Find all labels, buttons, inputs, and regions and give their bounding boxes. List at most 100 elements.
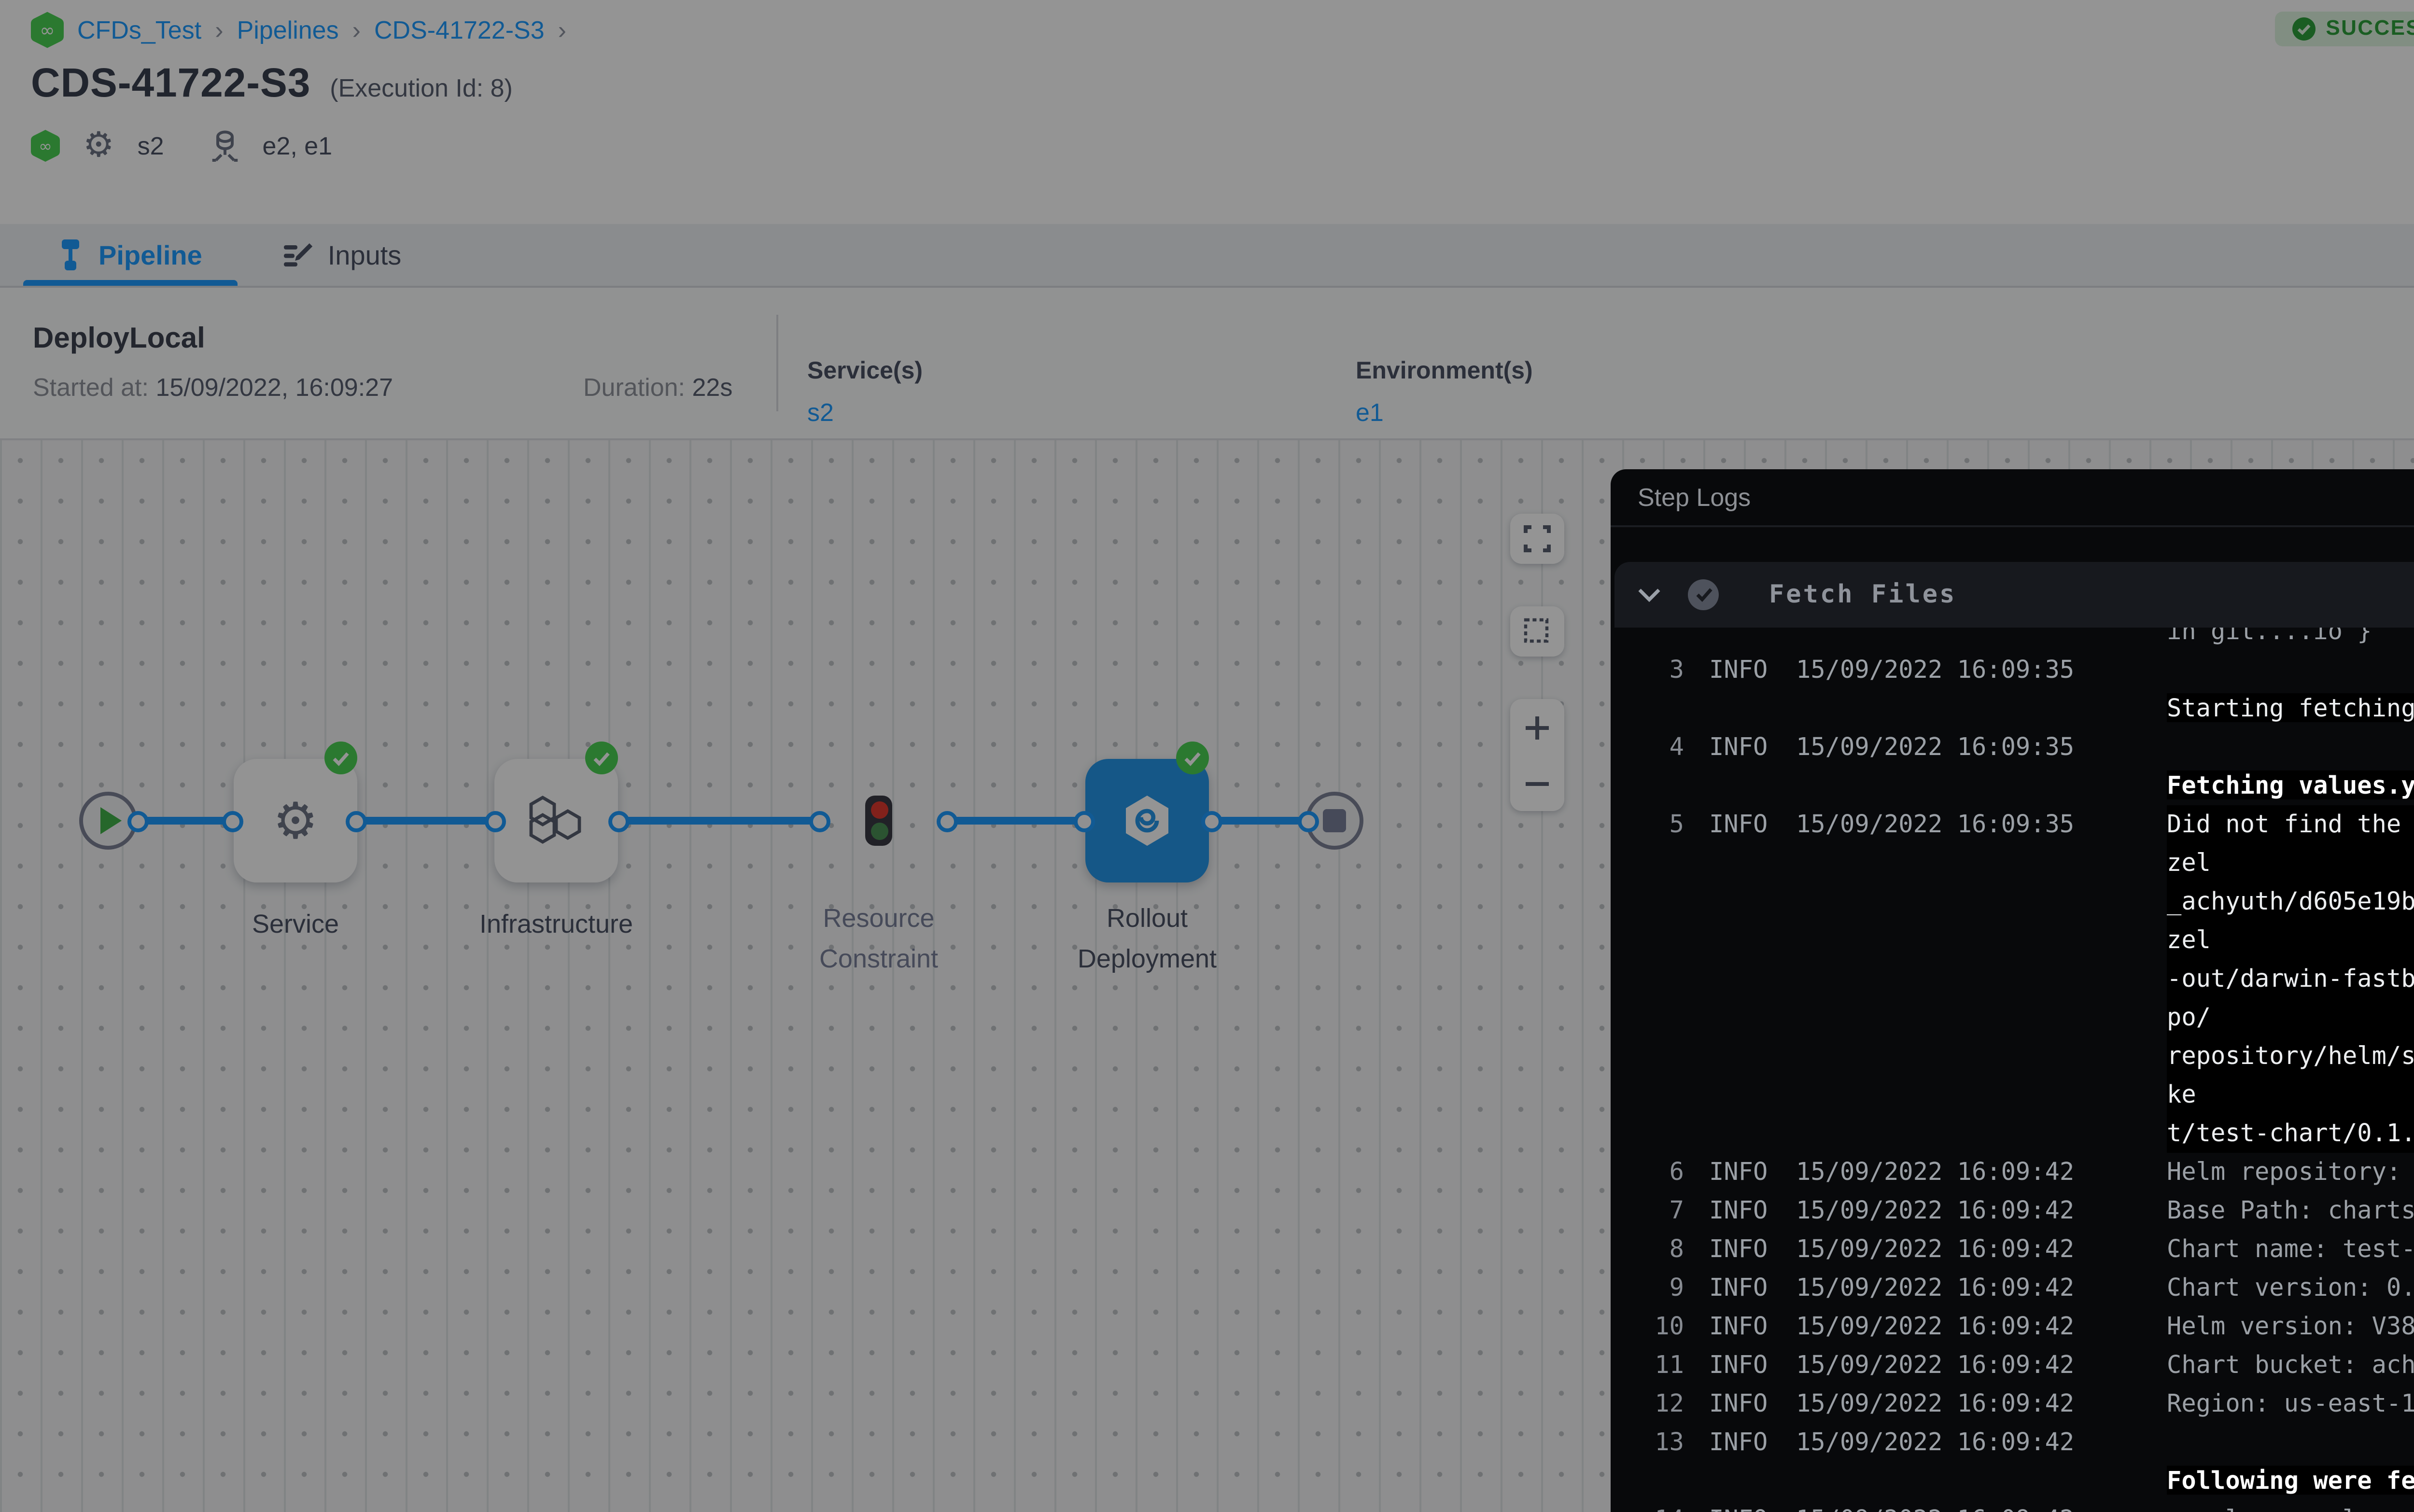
stage-services: Service(s) s2 [807, 357, 923, 427]
service-gear-icon: ⚙ [273, 796, 318, 846]
log-line-number[interactable] [1630, 689, 1684, 728]
log-line-number[interactable]: 7 [1630, 1191, 1684, 1230]
service-ids: s2 [138, 130, 164, 159]
log-timestamp [1796, 1114, 2167, 1153]
svg-text:∞: ∞ [39, 136, 52, 154]
log-message [2167, 651, 2414, 689]
harness-cd-logo-icon: ∞ [31, 12, 64, 48]
log-line: 12INFO15/09/2022 16:09:42Region: us-east… [1630, 1385, 2414, 1423]
log-level: INFO [1709, 651, 1796, 689]
log-section-fetch-files[interactable]: Fetch Files ↑ ↓ 9s [1614, 562, 2414, 628]
log-timestamp: 15/09/2022 16:09:42 [1796, 1269, 2167, 1307]
log-line-number[interactable] [1630, 1037, 1684, 1114]
environment-link[interactable]: e1 [1356, 398, 1533, 427]
page-title: CDS-41722-S3 [31, 62, 310, 108]
log-line: 6INFO15/09/2022 16:09:42Helm repository:… [1630, 1153, 2414, 1191]
tab-pipeline[interactable]: Pipeline [50, 224, 210, 286]
breadcrumb-pipeline-link[interactable]: CDS-41722-S3 [374, 15, 545, 44]
log-line-number[interactable]: 9 [1630, 1269, 1684, 1307]
cd-module-icon: ∞ [31, 128, 60, 161]
log-line: 13INFO15/09/2022 16:09:42 [1630, 1423, 2414, 1462]
log-line-number[interactable] [1630, 767, 1684, 805]
log-timestamp: 15/09/2022 16:09:42 [1796, 1230, 2167, 1269]
node-resource-constraint[interactable] [865, 796, 892, 846]
inputs-icon [283, 240, 312, 269]
canvas-fullscreen-button[interactable] [1510, 514, 1564, 564]
log-line-number[interactable]: 12 [1630, 1385, 1684, 1423]
log-level [1709, 1462, 1796, 1500]
log-level [1709, 767, 1796, 805]
log-timestamp [1796, 882, 2167, 960]
tab-inputs[interactable]: Inputs [276, 224, 409, 286]
log-message: _achyuth/d605e19b46448ceaacb01fb4c19633a… [2167, 882, 2414, 960]
node-infrastructure[interactable] [494, 759, 618, 882]
log-level: INFO [1709, 805, 1796, 882]
log-timestamp [1796, 1037, 2167, 1114]
log-message: Chart name: test-chart [2167, 1230, 2414, 1269]
log-line-number[interactable]: 11 [1630, 1346, 1684, 1385]
step-logs-panel: Step Logs Console View Fetch Files ↑ ↓ 9… [1611, 469, 2414, 1512]
log-body[interactable]: in git....io } 3INFO15/09/2022 16:09:35 … [1611, 628, 2414, 1512]
log-level [1709, 689, 1796, 728]
node-label-resource-constraint: Resource Constraint [763, 898, 995, 979]
log-line-number[interactable] [1630, 1114, 1684, 1153]
zoom-in-button[interactable] [1524, 699, 1551, 755]
execution-status-bar: SUCCESS Start time 15/09/2022 16:09:26 5… [2275, 4, 2414, 54]
rollout-icon [1118, 792, 1176, 850]
stage-started: Started at: 15/09/2022, 16:09:27 [33, 373, 393, 402]
infrastructure-success-icon [585, 742, 618, 774]
log-timestamp [1796, 960, 2167, 1037]
log-line-number[interactable]: 5 [1630, 805, 1684, 882]
log-line-number[interactable] [1630, 960, 1684, 1037]
log-timestamp: 15/09/2022 16:09:35 [1796, 651, 2167, 689]
canvas-selection-button[interactable] [1510, 606, 1564, 657]
log-level: INFO [1709, 1191, 1796, 1230]
log-line: Following were fetched successfully : [1630, 1462, 2414, 1500]
node-service[interactable]: ⚙ [234, 759, 357, 882]
log-message: Did not find the chart and version in lo… [2167, 805, 2414, 882]
stage-name: DeployLocal [33, 322, 205, 355]
log-line-number[interactable]: 8 [1630, 1230, 1684, 1269]
breadcrumb-project-link[interactable]: CFDs_Test [77, 15, 201, 44]
stage-duration: Duration: 22s [583, 373, 732, 402]
edge-point [127, 810, 149, 831]
log-level [1709, 882, 1796, 960]
log-line-number[interactable]: 13 [1630, 1423, 1684, 1462]
environment-icon [211, 128, 239, 161]
log-level: INFO [1709, 1230, 1796, 1269]
rollout-success-icon [1176, 742, 1209, 774]
node-label-infrastructure: Infrastructure [440, 904, 672, 944]
log-line: 14INFO15/09/2022 16:09:42- values.yaml [1630, 1500, 2414, 1512]
log-timestamp: 15/09/2022 16:09:42 [1796, 1191, 2167, 1230]
log-line-number[interactable]: 6 [1630, 1153, 1684, 1191]
log-line-number[interactable]: 4 [1630, 728, 1684, 767]
infrastructure-icon [529, 796, 583, 846]
log-line-number[interactable]: 3 [1630, 651, 1684, 689]
edge [355, 817, 496, 825]
node-rollout-deployment[interactable] [1085, 759, 1209, 882]
service-link[interactable]: s2 [807, 398, 923, 427]
log-level [1709, 1114, 1796, 1153]
log-message: Following were fetched successfully : [2167, 1462, 2414, 1500]
log-line: Starting fetching Helm values [1630, 689, 2414, 728]
breadcrumb-pipelines-link[interactable]: Pipelines [237, 15, 339, 44]
log-level: INFO [1709, 728, 1796, 767]
log-line: repository/helm/source/93602db7-89f2-317… [1630, 1037, 2414, 1114]
log-line-number[interactable]: 10 [1630, 1307, 1684, 1346]
log-line-number[interactable]: 14 [1630, 1500, 1684, 1512]
log-line-number[interactable] [1630, 1462, 1684, 1500]
stage-summary-bar: DeployLocal Started at: 15/09/2022, 16:0… [0, 288, 2414, 440]
title-row: CDS-41722-S3 (Execution Id: 8) [31, 62, 513, 108]
chevron-down-icon[interactable] [1638, 587, 1661, 602]
log-level [1709, 1037, 1796, 1114]
step-name: Fetch Files [1769, 580, 1956, 609]
log-line-number[interactable] [1630, 882, 1684, 960]
log-level: INFO [1709, 1423, 1796, 1462]
step-logs-header: Step Logs Console View [1611, 469, 2414, 527]
log-timestamp: 15/09/2022 16:09:42 [1796, 1153, 2167, 1191]
log-line: 11INFO15/09/2022 16:09:42Chart bucket: a… [1630, 1346, 2414, 1385]
zoom-out-button[interactable] [1524, 755, 1551, 811]
canvas-zoom-controls [1510, 699, 1564, 811]
log-line: 5INFO15/09/2022 16:09:35Did not find the… [1630, 805, 2414, 882]
log-message [2167, 1423, 2414, 1462]
